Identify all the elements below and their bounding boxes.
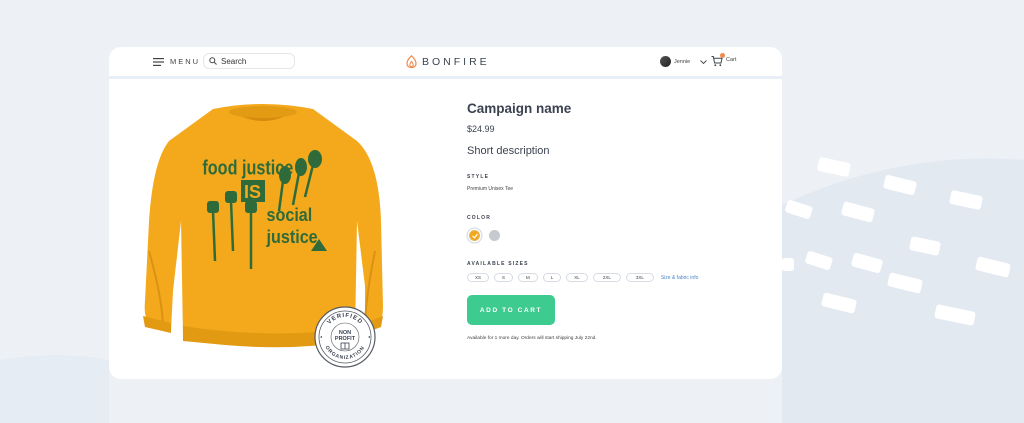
search-input[interactable]: [221, 56, 291, 66]
size-option-3xl[interactable]: 3XL: [625, 273, 654, 282]
size-option-xs[interactable]: XS: [467, 273, 490, 282]
color-label: COLOR: [467, 215, 492, 221]
product-price: $24.99: [467, 124, 495, 134]
user-menu[interactable]: Jennie: [660, 56, 708, 67]
print-line-is: IS: [244, 182, 261, 202]
style-label: STYLE: [467, 174, 490, 180]
size-option-2xl[interactable]: 2XL: [592, 273, 621, 282]
cart-label: Cart: [726, 57, 737, 63]
search-box[interactable]: [203, 53, 295, 69]
menu-label: MENU: [170, 57, 201, 66]
print-line-justice: justice: [266, 226, 318, 247]
cart-button[interactable]: Cart: [711, 53, 737, 67]
style-value: Premium Unisex Tee: [467, 186, 514, 192]
hamburger-icon: [153, 57, 164, 66]
sizes-label: AVAILABLE SIZES: [467, 261, 529, 267]
short-description: Short description: [467, 145, 550, 157]
badge-middle-text-2: PROFIT: [335, 336, 356, 342]
print-line-social: social: [267, 204, 313, 225]
size-option-xl[interactable]: XL: [566, 273, 588, 282]
add-to-cart-button[interactable]: ADD TO CART: [467, 295, 555, 325]
availability-note: Available for 1 more day. Orders will st…: [467, 336, 597, 341]
search-icon: [209, 57, 217, 65]
chevron-down-icon: [700, 59, 708, 64]
product-card: MENU BONFIRE Jennie: [109, 47, 782, 379]
user-name: Jennie: [674, 58, 691, 65]
cart-count-badge: [720, 53, 725, 58]
size-fabric-info-link[interactable]: Size & fabric info: [661, 275, 699, 281]
color-swatch-gold[interactable]: [469, 230, 480, 241]
size-option-m[interactable]: M: [518, 273, 538, 282]
size-option-l[interactable]: L: [542, 273, 562, 282]
avatar: [660, 56, 671, 67]
color-swatch-gray[interactable]: [489, 230, 500, 241]
size-options: XS S M L XL 2XL 3XL Size & fabric info: [467, 273, 698, 282]
menu-button[interactable]: MENU: [153, 57, 200, 66]
bonfire-logo[interactable]: BONFIRE: [406, 55, 490, 68]
campaign-title: Campaign name: [467, 101, 572, 116]
size-option-s[interactable]: S: [494, 273, 514, 282]
flame-icon: [406, 55, 417, 68]
top-navigation-bar: MENU BONFIRE Jennie: [109, 47, 782, 79]
checkmark-icon: [471, 233, 478, 239]
logo-text: BONFIRE: [422, 55, 490, 68]
verified-nonprofit-badge: VERIFIED ORGANIZATION NON PROFIT: [314, 306, 376, 368]
